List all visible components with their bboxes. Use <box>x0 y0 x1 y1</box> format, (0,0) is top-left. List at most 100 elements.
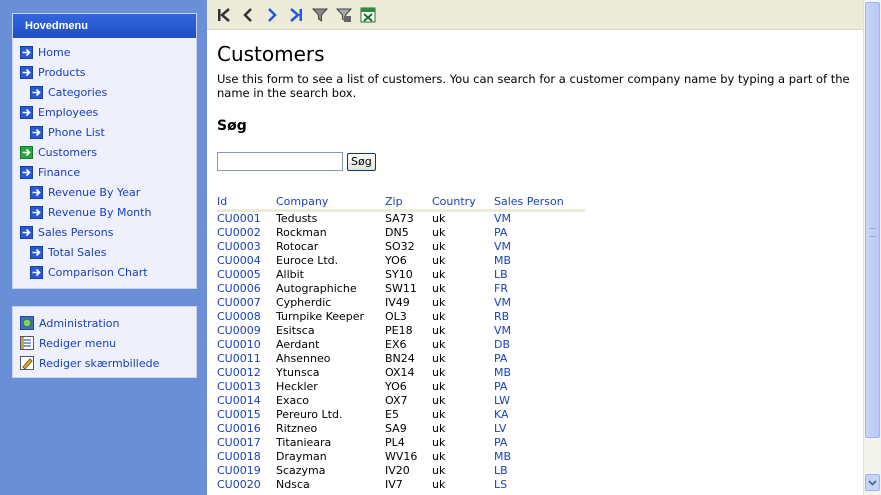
cell-sales-person[interactable]: KA <box>494 408 585 422</box>
cell-country: uk <box>432 296 446 309</box>
table-row: CU0015 Pereuro Ltd. E5 uk KA <box>217 408 585 422</box>
edit-screen-icon <box>20 356 34 370</box>
cell-id[interactable]: CU0016 <box>217 422 276 436</box>
cell-country: uk <box>432 310 446 323</box>
cell-sales-person[interactable]: PA <box>494 226 585 240</box>
edit-menu-icon <box>20 336 34 350</box>
sidebar-item-finance[interactable]: Finance <box>13 162 196 182</box>
cell-id[interactable]: CU0009 <box>217 324 276 338</box>
cell-id[interactable]: CU0002 <box>217 226 276 240</box>
search-row: Søg <box>217 152 853 171</box>
clear-filter-icon[interactable] <box>335 6 353 24</box>
cell-zip: BN24 <box>385 352 415 365</box>
admin-item-administration[interactable]: Administration <box>13 313 196 333</box>
column-header-id[interactable]: Id <box>217 193 276 212</box>
cell-sales-person[interactable]: PA <box>494 436 585 450</box>
column-header-company[interactable]: Company <box>276 193 385 212</box>
cell-id[interactable]: CU0013 <box>217 380 276 394</box>
cell-id[interactable]: CU0003 <box>217 240 276 254</box>
admin-item-rediger-menu[interactable]: Rediger menu <box>13 333 196 353</box>
next-page-icon[interactable] <box>263 6 281 24</box>
cell-id[interactable]: CU0019 <box>217 464 276 478</box>
cell-sales-person[interactable]: VM <box>494 240 585 254</box>
cell-id[interactable]: CU0011 <box>217 352 276 366</box>
cell-id[interactable]: CU0012 <box>217 366 276 380</box>
cell-sales-person[interactable]: MB <box>494 450 585 464</box>
cell-company: Allbit <box>276 268 304 281</box>
sidebar-item-sales-persons[interactable]: Sales Persons <box>13 222 196 242</box>
sidebar-item-label: Revenue By Year <box>48 185 141 199</box>
cell-company: Exaco <box>276 394 309 407</box>
column-header-zip[interactable]: Zip <box>385 193 432 212</box>
cell-id[interactable]: CU0014 <box>217 394 276 408</box>
cell-zip: SY10 <box>385 268 413 281</box>
cell-id[interactable]: CU0020 <box>217 478 276 492</box>
cell-sales-person[interactable]: RB <box>494 310 585 324</box>
main-menu: Home Products Categories Employees Phone Lis… <box>13 38 196 288</box>
cell-id[interactable]: CU0018 <box>217 450 276 464</box>
excel-export-icon[interactable] <box>359 6 377 24</box>
cell-country: uk <box>432 324 446 337</box>
cell-sales-person[interactable]: MB <box>494 366 585 380</box>
cell-id[interactable]: CU0010 <box>217 338 276 352</box>
first-page-icon[interactable] <box>215 6 233 24</box>
content: Customers Use this form to see a list of… <box>207 30 863 495</box>
search-input[interactable] <box>217 152 343 171</box>
column-header-sales-person[interactable]: Sales Person <box>494 193 585 212</box>
cell-sales-person[interactable]: PA <box>494 380 585 394</box>
cell-country: uk <box>432 338 446 351</box>
vertical-scrollbar[interactable] <box>863 0 881 495</box>
cell-sales-person[interactable]: DB <box>494 338 585 352</box>
cell-zip: WV16 <box>385 450 418 463</box>
cell-sales-person[interactable]: VM <box>494 324 585 338</box>
previous-page-icon[interactable] <box>239 6 257 24</box>
cell-id[interactable]: CU0015 <box>217 408 276 422</box>
cell-id[interactable]: CU0004 <box>217 254 276 268</box>
cell-sales-person[interactable]: MB <box>494 254 585 268</box>
sidebar-item-customers[interactable]: Customers <box>13 142 196 162</box>
cell-id[interactable]: CU0006 <box>217 282 276 296</box>
sidebar-item-home[interactable]: Home <box>13 42 196 62</box>
cell-sales-person[interactable]: PA <box>494 352 585 366</box>
sidebar-item-revenue-by-year[interactable]: Revenue By Year <box>13 182 196 202</box>
cell-country: uk <box>432 240 446 253</box>
cell-id[interactable]: CU0008 <box>217 310 276 324</box>
search-button[interactable]: Søg <box>347 152 376 171</box>
cell-sales-person[interactable]: VM <box>494 296 585 310</box>
customers-table: Id Company Zip Country Sales Person CU00… <box>217 193 585 492</box>
cell-sales-person[interactable]: VM <box>494 211 585 227</box>
cell-company: Ndsca <box>276 478 310 491</box>
scroll-down-button[interactable] <box>865 474 880 491</box>
cell-sales-person[interactable]: FR <box>494 282 585 296</box>
cell-zip: IV7 <box>385 478 403 491</box>
cell-zip: PE18 <box>385 324 413 337</box>
cell-sales-person[interactable]: LB <box>494 464 585 478</box>
arrow-right-icon <box>30 125 43 139</box>
cell-sales-person[interactable]: LS <box>494 478 585 492</box>
admin-item-rediger-skærmbillede[interactable]: Rediger skærmbillede <box>13 353 196 373</box>
filter-icon[interactable] <box>311 6 329 24</box>
arrow-right-icon <box>20 225 33 239</box>
cell-country: uk <box>432 268 446 281</box>
search-heading: Søg <box>217 118 247 134</box>
sidebar-item-employees[interactable]: Employees <box>13 102 196 122</box>
scrollbar-thumb[interactable] <box>865 2 880 438</box>
sidebar-item-total-sales[interactable]: Total Sales <box>13 242 196 262</box>
sidebar-item-comparison-chart[interactable]: Comparison Chart <box>13 262 196 282</box>
cell-company: Aerdant <box>276 338 320 351</box>
sidebar-item-products[interactable]: Products <box>13 62 196 82</box>
sidebar-item-categories[interactable]: Categories <box>13 82 196 102</box>
cell-id[interactable]: CU0001 <box>217 211 276 227</box>
sidebar-item-revenue-by-month[interactable]: Revenue By Month <box>13 202 196 222</box>
cell-sales-person[interactable]: LB <box>494 268 585 282</box>
sidebar-item-phone-list[interactable]: Phone List <box>13 122 196 142</box>
last-page-icon[interactable] <box>287 6 305 24</box>
cell-company: Esitsca <box>276 324 315 337</box>
cell-sales-person[interactable]: LW <box>494 394 585 408</box>
column-header-country[interactable]: Country <box>432 193 494 212</box>
cell-id[interactable]: CU0005 <box>217 268 276 282</box>
cell-id[interactable]: CU0007 <box>217 296 276 310</box>
cell-sales-person[interactable]: LV <box>494 422 585 436</box>
page-title: Customers <box>217 42 325 66</box>
cell-id[interactable]: CU0017 <box>217 436 276 450</box>
